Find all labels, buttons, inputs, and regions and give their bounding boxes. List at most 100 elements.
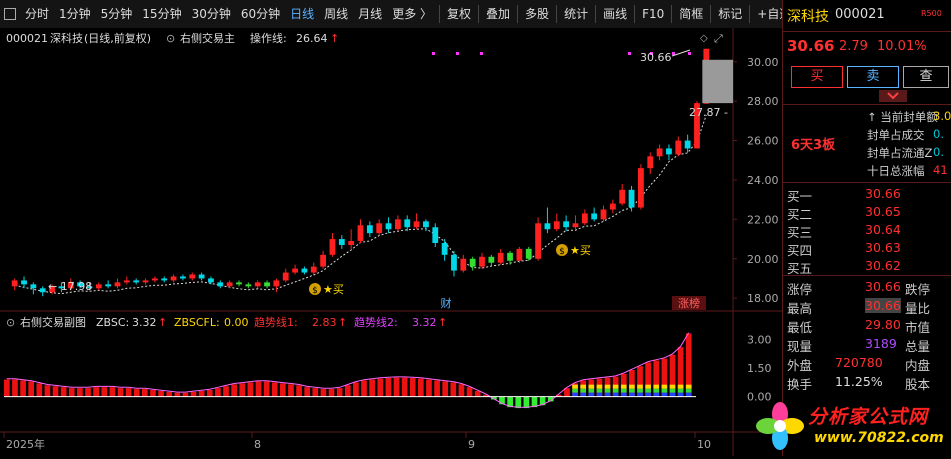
candle-body[interactable] <box>208 278 214 283</box>
candle-body[interactable] <box>441 242 448 255</box>
candle-body[interactable] <box>198 274 205 279</box>
candle-body[interactable] <box>619 189 626 204</box>
collapse-chevron-icon[interactable] <box>879 90 907 102</box>
candle-body[interactable] <box>479 256 485 267</box>
toolbar-tool-7[interactable]: 标记 <box>713 0 747 28</box>
candle-body[interactable] <box>310 266 317 273</box>
histogram-bar <box>125 388 132 397</box>
candle-body[interactable] <box>189 274 196 279</box>
candle-body[interactable] <box>236 282 242 285</box>
sell-button[interactable]: 卖 <box>847 66 899 88</box>
trend2-value: 3.32 <box>412 316 437 329</box>
candle-body[interactable] <box>525 248 532 259</box>
candle-body[interactable] <box>413 221 420 228</box>
candle-body[interactable] <box>591 213 598 220</box>
buy-button[interactable]: 买 <box>791 66 843 88</box>
candle-body[interactable] <box>666 148 672 155</box>
toolbar-tool-0[interactable]: 复权 <box>442 0 476 28</box>
candle-body[interactable] <box>217 282 224 287</box>
candle-body[interactable] <box>394 219 401 230</box>
candle-body[interactable] <box>600 209 607 220</box>
candle-body[interactable] <box>535 223 541 259</box>
candle-body[interactable] <box>638 168 644 208</box>
candle-body[interactable] <box>432 227 439 243</box>
candle-body[interactable] <box>151 278 158 281</box>
candle-body[interactable] <box>254 282 261 287</box>
candle-body[interactable] <box>30 284 37 289</box>
toolbar-tool-5[interactable]: F10 <box>637 0 669 28</box>
candle-body[interactable] <box>553 221 560 230</box>
toolbar-tool-6[interactable]: 简框 <box>674 0 708 28</box>
candle-body[interactable] <box>21 280 27 285</box>
period-tab-6[interactable]: 日线 <box>285 0 319 28</box>
candle-body[interactable] <box>142 280 149 283</box>
candle-body[interactable] <box>292 268 298 273</box>
period-tab-1[interactable]: 1分钟 <box>54 0 96 28</box>
candle-body[interactable] <box>264 282 270 287</box>
order-price[interactable]: 30.64 <box>865 222 901 237</box>
toolbar-tool-4[interactable]: 画线 <box>598 0 632 28</box>
period-tab-4[interactable]: 30分钟 <box>187 0 236 28</box>
candle-body[interactable] <box>376 223 383 234</box>
candle-body[interactable] <box>675 140 682 155</box>
order-price[interactable]: 30.65 <box>865 204 901 219</box>
candle-body[interactable] <box>488 256 495 263</box>
order-price[interactable]: 30.66 <box>865 186 901 201</box>
candle-body[interactable] <box>516 248 523 261</box>
candle-body[interactable] <box>282 272 289 281</box>
chart-area[interactable]: 000021 深科技 (日线,前复权) ⊙ 右侧交易主 操作线: 26.64 ↑ 30.00 28… <box>0 28 782 456</box>
period-tab-5[interactable]: 60分钟 <box>236 0 285 28</box>
candle-body[interactable] <box>647 156 654 169</box>
candle-body[interactable] <box>161 278 168 281</box>
period-tab-9[interactable]: 更多 〉 <box>387 0 437 28</box>
candle-body[interactable] <box>338 239 345 245</box>
period-tab-0[interactable]: 分时 <box>20 0 54 28</box>
order-price[interactable]: 30.63 <box>865 240 901 255</box>
candle-body[interactable] <box>572 223 579 228</box>
candle-body[interactable] <box>11 280 18 287</box>
candle-body[interactable] <box>581 213 588 224</box>
candle-body[interactable] <box>609 203 616 210</box>
square-icon[interactable] <box>4 8 16 20</box>
candle-body[interactable] <box>357 225 364 242</box>
candle-body[interactable] <box>133 280 140 283</box>
period-tab-8[interactable]: 月线 <box>353 0 387 28</box>
candle-body[interactable] <box>114 282 121 287</box>
candle-body[interactable] <box>301 268 308 273</box>
candle-body[interactable] <box>656 148 663 157</box>
candle-body[interactable] <box>123 280 130 283</box>
chart-svg[interactable]: 000021 深科技 (日线,前复权) ⊙ 右侧交易主 操作线: 26.64 ↑30.0028… <box>0 28 782 456</box>
candle-body[interactable] <box>544 223 551 230</box>
candle-body[interactable] <box>366 225 373 234</box>
candle-body[interactable] <box>563 221 570 228</box>
candle-body[interactable] <box>460 258 467 271</box>
candle-body[interactable] <box>385 223 392 230</box>
candle-body[interactable] <box>226 282 233 287</box>
candle-body[interactable] <box>245 284 252 287</box>
period-tab-7[interactable]: 周线 <box>319 0 353 28</box>
toolbar-tool-2[interactable]: 多股 <box>520 0 554 28</box>
period-tab-3[interactable]: 15分钟 <box>137 0 186 28</box>
query-button[interactable]: 查 <box>903 66 949 88</box>
candle-body[interactable] <box>273 280 280 287</box>
candle-body[interactable] <box>170 276 177 281</box>
candle-body[interactable] <box>329 239 336 255</box>
order-price[interactable]: 30.62 <box>865 258 901 273</box>
candle-body[interactable] <box>95 284 102 289</box>
candle-body[interactable] <box>39 288 46 293</box>
candle-body[interactable] <box>320 254 327 267</box>
candle-body[interactable] <box>423 221 429 228</box>
candle-body[interactable] <box>628 189 635 208</box>
candle-body[interactable] <box>684 140 691 149</box>
candle-body[interactable] <box>497 252 504 263</box>
candle-body[interactable] <box>507 252 513 261</box>
candle-body[interactable] <box>105 284 112 287</box>
toolbar-tool-1[interactable]: 叠加 <box>481 0 515 28</box>
candle-body[interactable] <box>404 219 411 228</box>
toolbar-tool-3[interactable]: 统计 <box>559 0 593 28</box>
candle-body[interactable] <box>451 254 457 271</box>
candle-body[interactable] <box>469 258 476 267</box>
period-tab-2[interactable]: 5分钟 <box>96 0 138 28</box>
candle-body[interactable] <box>180 276 186 279</box>
candle-body[interactable] <box>348 241 355 245</box>
